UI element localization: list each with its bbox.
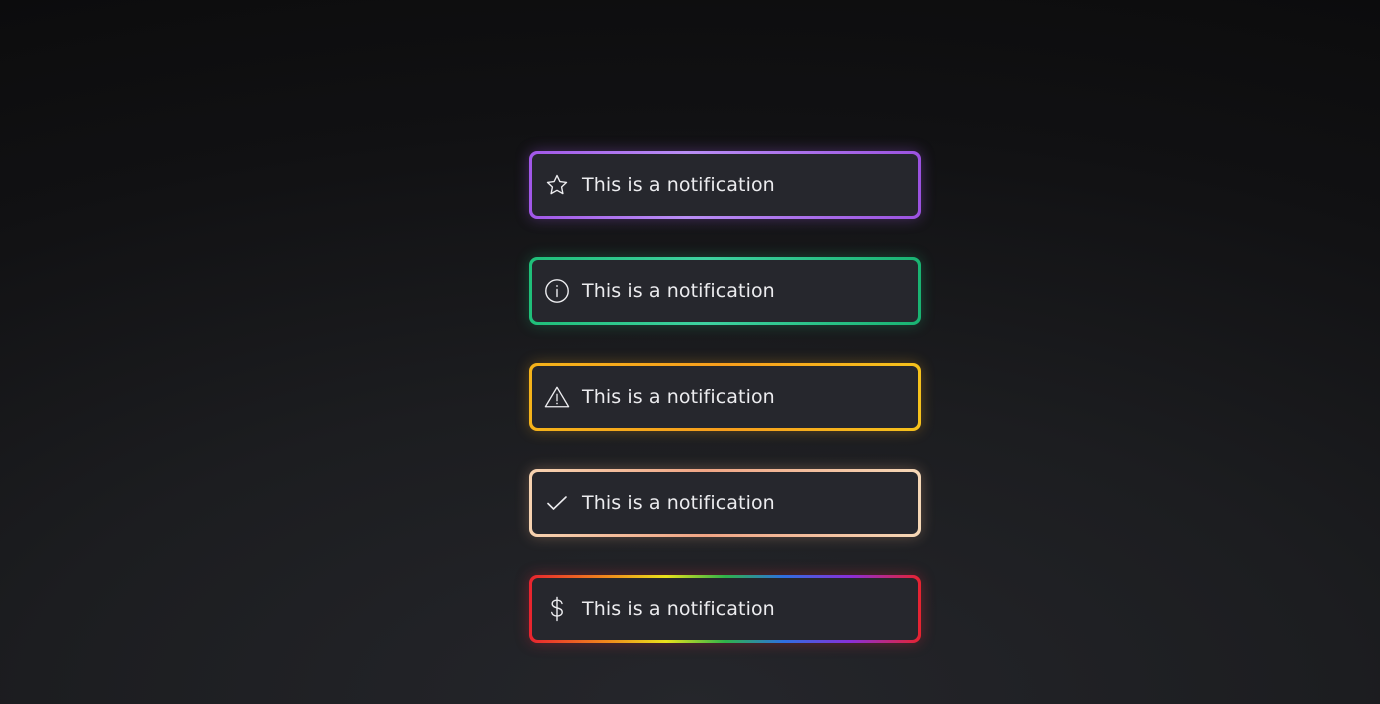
notification-purple[interactable]: This is a notification (529, 151, 921, 219)
notification-message: This is a notification (582, 386, 775, 408)
notification-body: This is a notification (532, 366, 918, 428)
info-icon (544, 278, 570, 304)
notification-message: This is a notification (582, 174, 775, 196)
notification-body: This is a notification (532, 472, 918, 534)
notification-peach[interactable]: This is a notification (529, 469, 921, 537)
notification-green[interactable]: This is a notification (529, 257, 921, 325)
notification-body: This is a notification (532, 578, 918, 640)
check-icon (544, 490, 570, 516)
notification-rainbow[interactable]: This is a notification (529, 575, 921, 643)
warning-icon (544, 384, 570, 410)
notification-yellow[interactable]: This is a notification (529, 363, 921, 431)
star-icon (544, 172, 570, 198)
notification-body: This is a notification (532, 154, 918, 216)
notification-message: This is a notification (582, 492, 775, 514)
notification-body: This is a notification (532, 260, 918, 322)
notification-message: This is a notification (582, 598, 775, 620)
notification-message: This is a notification (582, 280, 775, 302)
dollar-icon (544, 596, 570, 622)
notification-stack: This is a notification This is a notific… (529, 151, 921, 643)
